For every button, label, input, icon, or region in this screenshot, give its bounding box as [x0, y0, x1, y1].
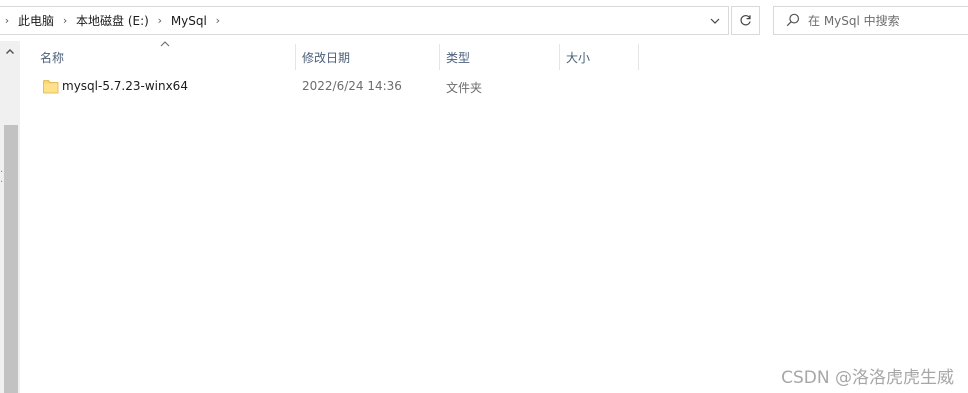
address-history-dropdown[interactable]	[702, 7, 728, 34]
chevron-right-icon[interactable]: ›	[211, 14, 225, 27]
watermark: CSDN @洛洛虎虎生威	[781, 368, 954, 388]
column-header-date-modified[interactable]: 修改日期	[302, 44, 436, 70]
breadcrumb-this-pc[interactable]: 此电脑	[14, 12, 58, 29]
column-header-type[interactable]: 类型	[446, 44, 554, 70]
column-header-type-label: 类型	[446, 50, 471, 65]
column-header-size[interactable]: 大小	[566, 44, 636, 70]
file-date-modified: 2022/6/24 14:36	[302, 79, 402, 93]
column-divider[interactable]	[559, 44, 560, 70]
breadcrumb-mysql[interactable]: MySql	[167, 14, 211, 28]
file-row[interactable]: mysql-5.7.23-winx64 2022/6/24 14:36 文件夹	[34, 76, 674, 98]
chevron-right-icon[interactable]: ›	[58, 14, 72, 27]
scroll-up-button[interactable]	[4, 45, 16, 57]
pane-resize-handle[interactable]: · ·	[0, 168, 3, 188]
address-bar[interactable]: › 此电脑 › 本地磁盘 (E:) › MySql ›	[0, 6, 729, 35]
navigation-pane-scrollbar[interactable]	[0, 41, 20, 393]
file-name[interactable]: mysql-5.7.23-winx64	[62, 79, 188, 93]
search-box[interactable]	[773, 6, 968, 35]
column-header-name-label: 名称	[40, 50, 65, 65]
column-divider[interactable]	[638, 44, 639, 70]
refresh-button[interactable]	[731, 6, 760, 35]
refresh-icon	[740, 15, 751, 26]
search-icon	[786, 13, 800, 27]
column-header-name[interactable]: 名称	[40, 44, 290, 70]
scrollbar-thumb[interactable]	[4, 125, 18, 393]
search-input[interactable]	[808, 11, 958, 30]
chevron-right-icon[interactable]: ›	[0, 14, 14, 27]
column-divider[interactable]	[295, 44, 296, 70]
file-type: 文件夹	[446, 81, 483, 95]
navigation-bar: › 此电脑 › 本地磁盘 (E:) › MySql ›	[0, 0, 968, 41]
breadcrumb-local-disk[interactable]: 本地磁盘 (E:)	[72, 12, 153, 29]
column-divider[interactable]	[439, 44, 440, 70]
column-header-size-label: 大小	[566, 50, 591, 65]
breadcrumb: › 此电脑 › 本地磁盘 (E:) › MySql ›	[0, 7, 225, 34]
folder-icon	[43, 80, 59, 94]
chevron-down-icon	[710, 18, 720, 24]
chevron-up-icon	[6, 48, 14, 54]
column-header-date-label: 修改日期	[302, 50, 351, 65]
chevron-right-icon[interactable]: ›	[153, 14, 167, 27]
